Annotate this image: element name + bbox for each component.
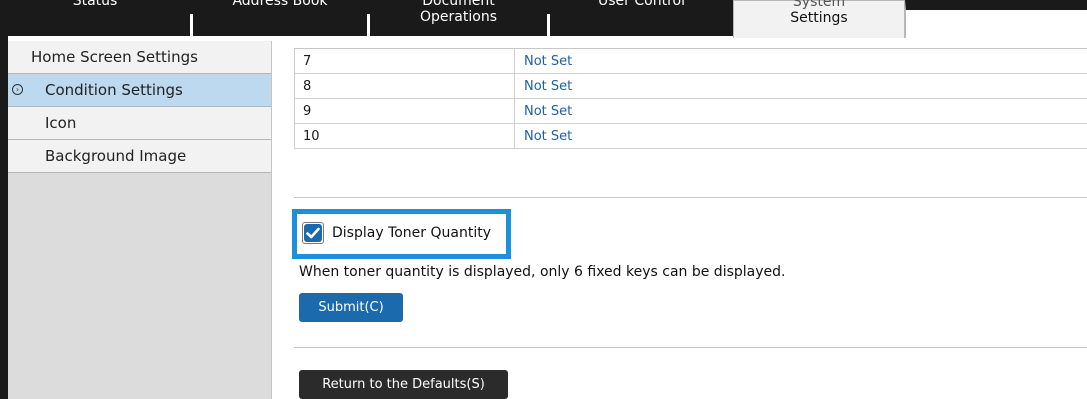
sidebar-item-label: Home Screen Settings <box>31 48 198 66</box>
key-number: 8 <box>294 74 515 99</box>
tab-document-operations-line2: Operations <box>420 9 497 25</box>
sidebar-item-icon[interactable]: Icon <box>8 107 271 140</box>
toner-note-text: When toner quantity is displayed, only 6… <box>299 264 786 280</box>
table-row: 10 Not Set <box>294 124 1087 149</box>
key-value-link[interactable]: Not Set <box>515 99 572 124</box>
tab-user-control-label: User Control <box>598 0 685 9</box>
sidebar-item-label: Condition Settings <box>45 81 183 99</box>
key-number: 10 <box>294 124 515 149</box>
tab-user-control[interactable]: User Control <box>550 0 733 36</box>
key-value-link[interactable]: Not Set <box>515 124 572 149</box>
section-divider <box>294 347 1087 348</box>
submit-button[interactable]: Submit(C) <box>299 293 403 322</box>
key-number: 9 <box>294 99 515 124</box>
tab-system-settings-line1: System <box>792 0 846 10</box>
tab-system-settings[interactable]: System Settings <box>733 0 905 38</box>
section-divider <box>294 197 1087 198</box>
tab-address-book[interactable]: Address Book <box>193 0 367 36</box>
table-row: 9 Not Set <box>294 99 1087 124</box>
sidebar-item-home-screen-settings[interactable]: Home Screen Settings <box>8 41 271 74</box>
return-to-defaults-button[interactable]: Return to the Defaults(S) <box>299 370 508 399</box>
display-toner-checkbox[interactable] <box>302 222 324 244</box>
display-toner-label[interactable]: Display Toner Quantity <box>332 225 491 241</box>
sidebar: Home Screen Settings › Condition Setting… <box>8 41 272 399</box>
key-value-link[interactable]: Not Set <box>515 74 572 99</box>
tab-document-operations-line1: Document <box>422 0 495 9</box>
tab-status-label: Status <box>72 0 118 9</box>
tab-bar-filler <box>905 0 1087 38</box>
sidebar-item-condition-settings[interactable]: › Condition Settings <box>8 74 271 107</box>
key-number: 7 <box>294 49 515 74</box>
sidebar-item-label: Icon <box>45 114 77 132</box>
table-row: 7 Not Set <box>294 49 1087 74</box>
chevron-right-circle-icon: › <box>12 84 23 95</box>
sidebar-item-background-image[interactable]: Background Image <box>8 140 271 173</box>
tab-system-settings-line2: Settings <box>790 10 848 26</box>
tab-document-operations[interactable]: Document Operations <box>370 0 547 36</box>
table-row: 8 Not Set <box>294 74 1087 99</box>
checkmark-icon <box>304 224 322 242</box>
tab-status[interactable]: Status <box>0 0 190 36</box>
tab-address-book-label: Address Book <box>232 0 328 9</box>
key-value-link[interactable]: Not Set <box>515 49 572 74</box>
left-frame-edge <box>0 36 8 399</box>
sidebar-item-label: Background Image <box>45 147 187 165</box>
